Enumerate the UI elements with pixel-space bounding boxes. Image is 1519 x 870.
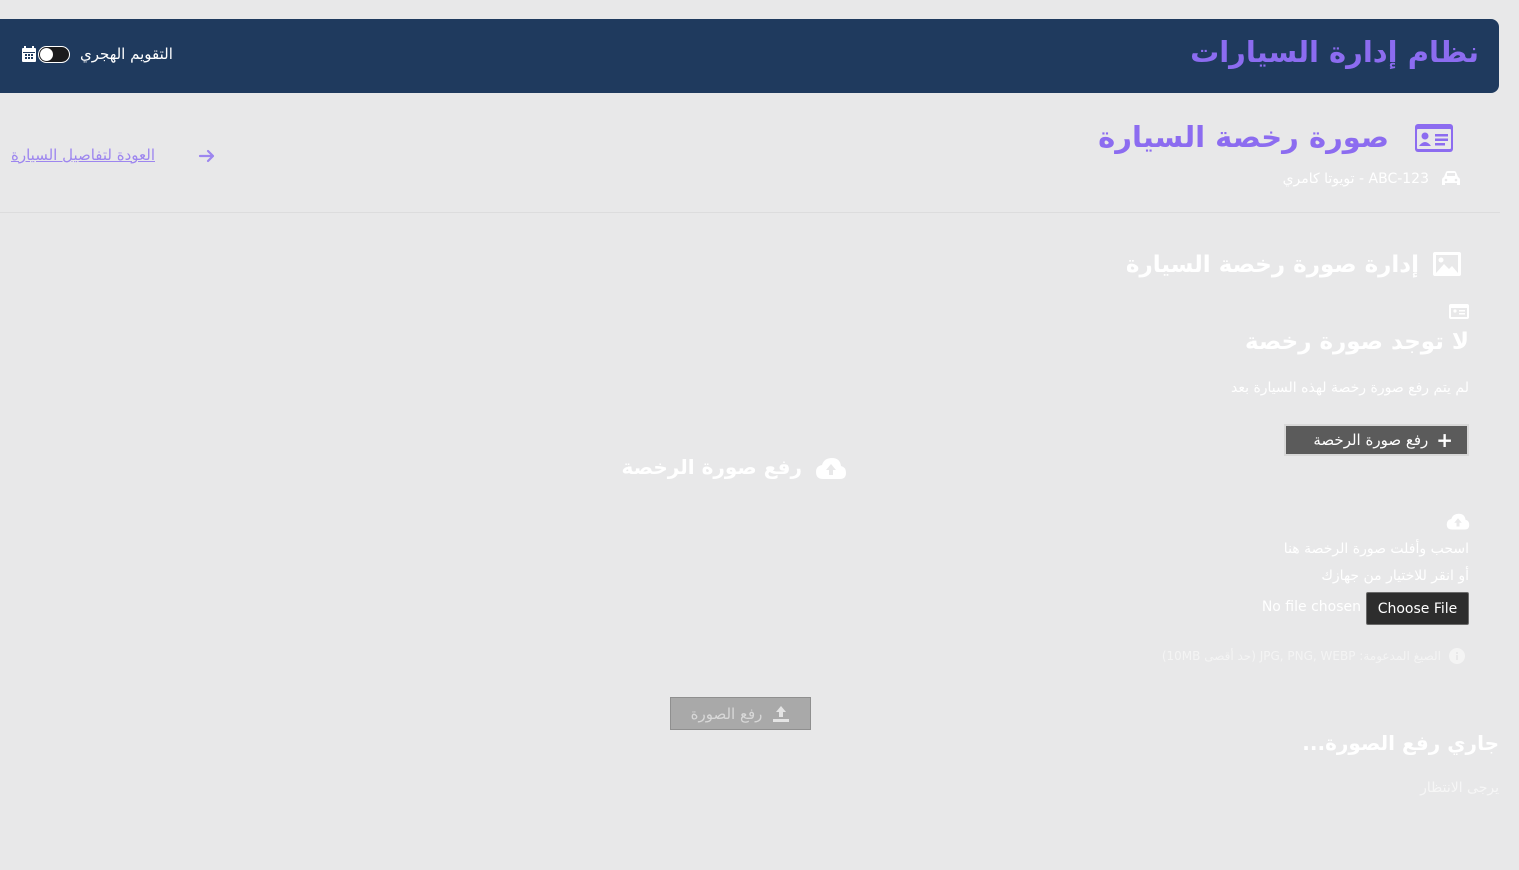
hijri-toggle-label: التقويم الهجري	[80, 45, 173, 63]
upload-section-title: رفع صورة الرخصة	[621, 455, 802, 479]
supported-formats-note: الصيغ المدعومة: JPG, PNG, WEBP (حد أقصى …	[1161, 649, 1441, 663]
file-status-text: No file chosen	[1261, 599, 1361, 615]
plus-icon: +	[1436, 428, 1453, 452]
upload-license-button-label: رفع صورة الرخصة	[1313, 431, 1429, 449]
hijri-toggle[interactable]	[38, 46, 70, 63]
id-card-icon	[1449, 304, 1469, 319]
choose-file-button[interactable]: Choose File	[1366, 592, 1469, 625]
upload-license-button[interactable]: + رفع صورة الرخصة	[1284, 424, 1469, 456]
cloud-upload-icon	[1446, 513, 1470, 530]
toggle-knob	[40, 48, 53, 61]
empty-state-title: لا توجد صورة رخصة	[1245, 329, 1469, 355]
empty-state-description: لم يتم رفع صورة رخصة لهذه السيارة بعد	[1231, 380, 1469, 396]
calendar-icon	[22, 46, 36, 62]
page-title: صورة رخصة السيارة	[1098, 120, 1389, 154]
cloud-upload-icon	[816, 458, 846, 479]
divider	[0, 212, 1500, 213]
drop-zone-subtext: أو انقر للاختيار من جهازك	[1321, 568, 1469, 584]
image-icon	[1433, 252, 1461, 276]
submit-upload-button[interactable]: رفع الصورة	[670, 697, 811, 730]
id-card-icon	[1415, 124, 1453, 152]
car-icon	[1442, 171, 1460, 185]
back-to-car-details-link[interactable]: العودة لتفاصيل السيارة	[11, 146, 155, 164]
car-subtitle: ABC-123 - تويوتا كامري	[1282, 171, 1429, 187]
app-title: نظام إدارة السيارات	[1190, 35, 1479, 69]
upload-icon	[773, 705, 790, 722]
section-title: إدارة صورة رخصة السيارة	[1125, 252, 1419, 278]
info-icon	[1449, 648, 1465, 664]
uploading-status-title: جاري رفع الصورة...	[1302, 731, 1499, 755]
submit-upload-button-label: رفع الصورة	[690, 704, 763, 723]
arrow-right-icon[interactable]	[198, 147, 216, 165]
drop-zone-text: اسحب وأفلت صورة الرخصة هنا	[1283, 541, 1469, 557]
uploading-wait-text: يرجى الانتظار	[1420, 780, 1499, 796]
